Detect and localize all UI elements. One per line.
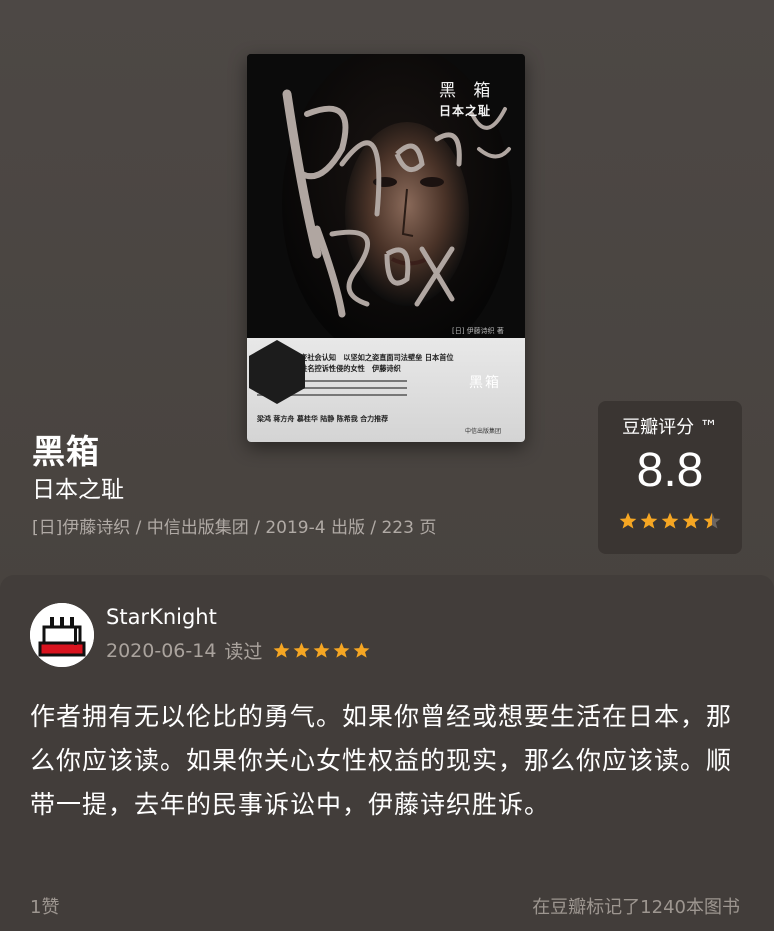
review-text: 作者拥有无以伦比的勇气。如果你曾经或想要生活在日本，那么你应该读。如果你关心女性… [30,702,733,819]
review-status: 读过 [224,641,263,663]
cover-bottom-band: 凭一己之力改变社会认知 以坚如之姿直面司法壁垒 日本首位以公开长相和姓名控诉性侵… [247,338,525,442]
star-full-icon [640,512,658,529]
cover-author: [日] 伊藤诗织 著 [452,327,504,335]
book-subtitle: 日本之耻 [32,477,124,503]
douban-rating-card[interactable]: 豆瓣评分 ™ 8.8 [598,401,742,554]
book-title: 黑箱 [32,432,100,471]
rating-label: 豆瓣评分 ™ [622,417,718,438]
cover-blurb: 梁鸿 蒋方舟 慕桂华 陆静 陈希我 合力推荐 [257,415,389,423]
cover-publisher: 中信出版集团 [465,428,502,435]
star-half-icon [703,512,721,529]
rating-score: 8.8 [636,444,704,497]
like-count[interactable]: 1赞 [30,893,59,919]
cover-subtitle: 日本之耻 [439,104,492,118]
star-full-icon [314,642,330,658]
avatar-castle-icon [30,603,94,667]
star-full-icon [682,512,700,529]
star-full-icon [294,642,310,658]
review-meta: 2020-06-14 读过 [106,637,371,664]
reviewer-username[interactable]: StarKnight [106,605,217,629]
book-meta: [日]伊藤诗织 / 中信出版集团 / 2019-4 出版 / 223 页 [32,518,437,538]
review-card: StarKnight 2020-06-14 读过 作者拥有无以伦比的勇气。如果你… [0,575,774,931]
star-full-icon [334,642,350,658]
rating-stars [618,511,722,531]
book-cover[interactable]: 黑 箱 日本之耻 [日] 伊藤诗织 著 凭一己之力改变社会认知 以坚如之姿直面司… [247,54,525,442]
star-full-icon [661,512,679,529]
cover-hexagon-label: 黑箱 [469,375,501,391]
star-full-icon [354,642,370,658]
star-full-icon [619,512,637,529]
book-header-panel: 黑 箱 日本之耻 [日] 伊藤诗织 著 凭一己之力改变社会认知 以坚如之姿直面司… [0,0,774,600]
cover-hexagon-logo [249,340,305,404]
avatar[interactable] [30,603,94,667]
star-full-icon [274,642,290,658]
reviewer-marked-count: 在豆瓣标记了1240本图书 [532,897,740,918]
cover-title: 黑 箱 [439,81,497,101]
review-stars [272,641,371,660]
review-date: 2020-06-14 [106,639,217,662]
